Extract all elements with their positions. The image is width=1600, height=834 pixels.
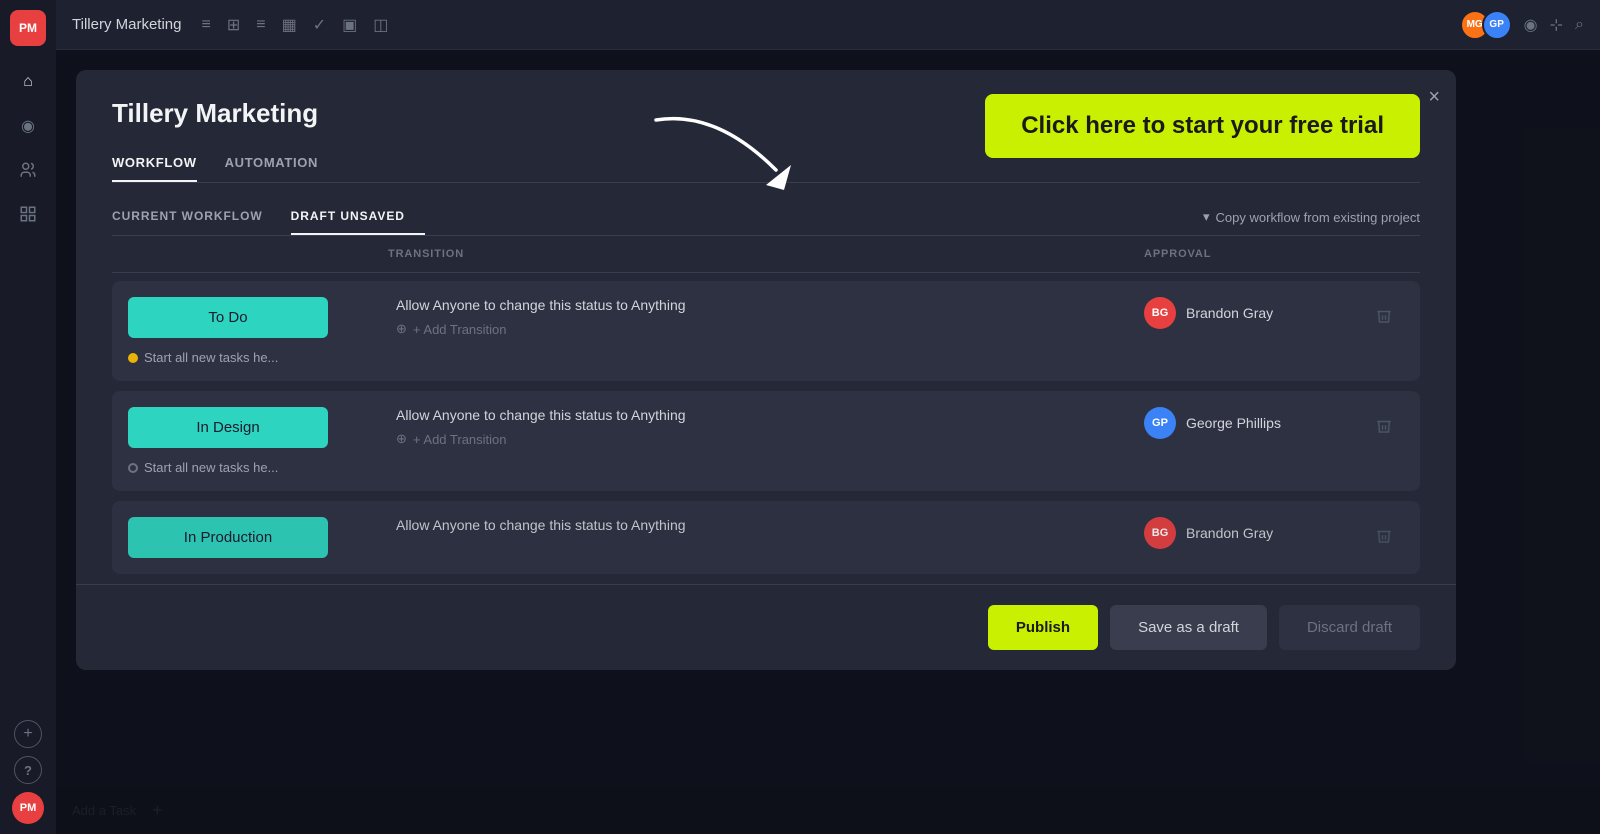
transition-text-production: Allow Anyone to change this status to An… [396,517,1144,533]
sidebar-item-team[interactable] [10,152,46,188]
table-header: TRANSITION APPROVAL [112,236,1420,273]
header-transition: TRANSITION [388,248,1144,260]
topbar: Tillery Marketing ≡ ⊞ ≡ ▦ ✓ ▣ ◫ MG GP ◉ … [56,0,1600,50]
transition-col-design: Allow Anyone to change this status to An… [388,407,1144,447]
approver-avatar-george: GP [1144,407,1176,439]
topbar-doc-icon[interactable]: ◫ [373,15,388,35]
topbar-view-icon[interactable]: ◉ [1524,15,1538,35]
copy-workflow-button[interactable]: ▾ Copy workflow from existing project [1203,209,1420,225]
topbar-icons: ≡ ⊞ ≡ ▦ ✓ ▣ ◫ [201,15,388,35]
discard-draft-button[interactable]: Discard draft [1279,605,1420,650]
table-row: To Do Start all new tasks he... Allow An… [112,281,1420,381]
status-badge-todo[interactable]: To Do [128,297,328,338]
topbar-search-icon[interactable]: ⌕ [1575,16,1584,34]
topbar-align-icon[interactable]: ≡ [256,16,265,34]
topbar-filter-icon[interactable]: ⊹ [1550,15,1563,35]
delete-row-todo[interactable] [1364,297,1404,325]
topbar-check-icon[interactable]: ✓ [313,15,326,35]
sidebar-add-button[interactable]: + [14,720,42,748]
add-transition-design[interactable]: ⊕ + Add Transition [396,431,1144,447]
start-tasks-todo: Start all new tasks he... [128,350,388,365]
status-badge-design[interactable]: In Design [128,407,328,448]
sidebar-item-recent[interactable]: ◉ [10,108,46,144]
status-badge-production[interactable]: In Production [128,517,328,558]
dot-gray-icon [128,463,138,473]
transition-text-todo: Allow Anyone to change this status to An… [396,297,1144,313]
add-transition-todo[interactable]: ⊕ + Add Transition [396,321,1144,337]
header-actions [1364,248,1404,260]
delete-row-production[interactable] [1364,517,1404,545]
topbar-avatar-gp[interactable]: GP [1482,10,1512,40]
transition-col-todo: Allow Anyone to change this status to An… [388,297,1144,337]
approver-name-brandon: Brandon Gray [1186,305,1273,321]
topbar-list-icon[interactable]: ≡ [201,16,210,34]
workflow-tab-draft[interactable]: DRAFT UNSAVED [291,199,425,235]
table-row: In Design Start all new tasks he... Allo… [112,391,1420,491]
transition-text-design: Allow Anyone to change this status to An… [396,407,1144,423]
header-approval: APPROVAL [1144,248,1364,260]
topbar-avatar-group: MG GP [1460,10,1512,40]
dot-yellow-icon [128,353,138,363]
chevron-down-icon: ▾ [1203,209,1210,225]
start-tasks-design: Start all new tasks he... [128,460,388,475]
sidebar-user-avatar[interactable]: PM [12,792,44,824]
tab-automation[interactable]: AUTOMATION [225,145,318,182]
sidebar-help-button[interactable]: ? [14,756,42,784]
transition-col-production: Allow Anyone to change this status to An… [388,517,1144,533]
main-content: Add a Task + × Click here to start your … [56,50,1600,834]
delete-row-design[interactable] [1364,407,1404,435]
publish-button[interactable]: Publish [988,605,1098,650]
save-draft-button[interactable]: Save as a draft [1110,605,1267,650]
workflow-tab-current[interactable]: CURRENT WORKFLOW [112,199,283,235]
approver-name-george: George Phillips [1186,415,1281,431]
topbar-project-title: Tillery Marketing [72,16,181,33]
modal-overlay: × Click here to start your free trial Ti… [56,50,1600,834]
app-logo[interactable]: PM [10,10,46,46]
topbar-grid-icon[interactable]: ⊞ [227,15,240,35]
approver-avatar-brandon-2: BG [1144,517,1176,549]
free-trial-banner[interactable]: Click here to start your free trial [985,94,1420,158]
plus-circle-icon: ⊕ [396,321,407,337]
approval-col-todo: BG Brandon Gray [1144,297,1364,329]
status-col-todo: To Do Start all new tasks he... [128,297,388,365]
topbar-calendar-icon[interactable]: ▣ [342,15,357,35]
status-col-design: In Design Start all new tasks he... [128,407,388,475]
approver-avatar-brandon: BG [1144,297,1176,329]
free-trial-text: Click here to start your free trial [1021,112,1384,139]
header-status [128,248,388,260]
sidebar: PM ⌂ ◉ + ? PM [0,0,56,834]
table-row: In Production Allow Anyone to change thi… [112,501,1420,574]
modal-close-button[interactable]: × [1428,86,1440,109]
tab-workflow[interactable]: WORKFLOW [112,145,197,182]
approval-col-design: GP George Phillips [1144,407,1364,439]
sidebar-item-home[interactable]: ⌂ [10,64,46,100]
plus-circle-icon: ⊕ [396,431,407,447]
workflow-content: CURRENT WORKFLOW DRAFT UNSAVED ▾ Copy wo… [76,183,1456,584]
workflow-toolbar: CURRENT WORKFLOW DRAFT UNSAVED ▾ Copy wo… [112,183,1420,236]
sidebar-item-projects[interactable] [10,196,46,232]
workflow-table: To Do Start all new tasks he... Allow An… [112,281,1420,584]
approver-name-brandon-2: Brandon Gray [1186,525,1273,541]
topbar-table-icon[interactable]: ▦ [282,15,297,35]
topbar-right: MG GP ◉ ⊹ ⌕ [1460,10,1584,40]
approval-col-production: BG Brandon Gray [1144,517,1364,549]
modal-panel: × Click here to start your free trial Ti… [76,70,1456,670]
status-col-production: In Production [128,517,388,558]
modal-footer: Publish Save as a draft Discard draft [76,584,1456,670]
